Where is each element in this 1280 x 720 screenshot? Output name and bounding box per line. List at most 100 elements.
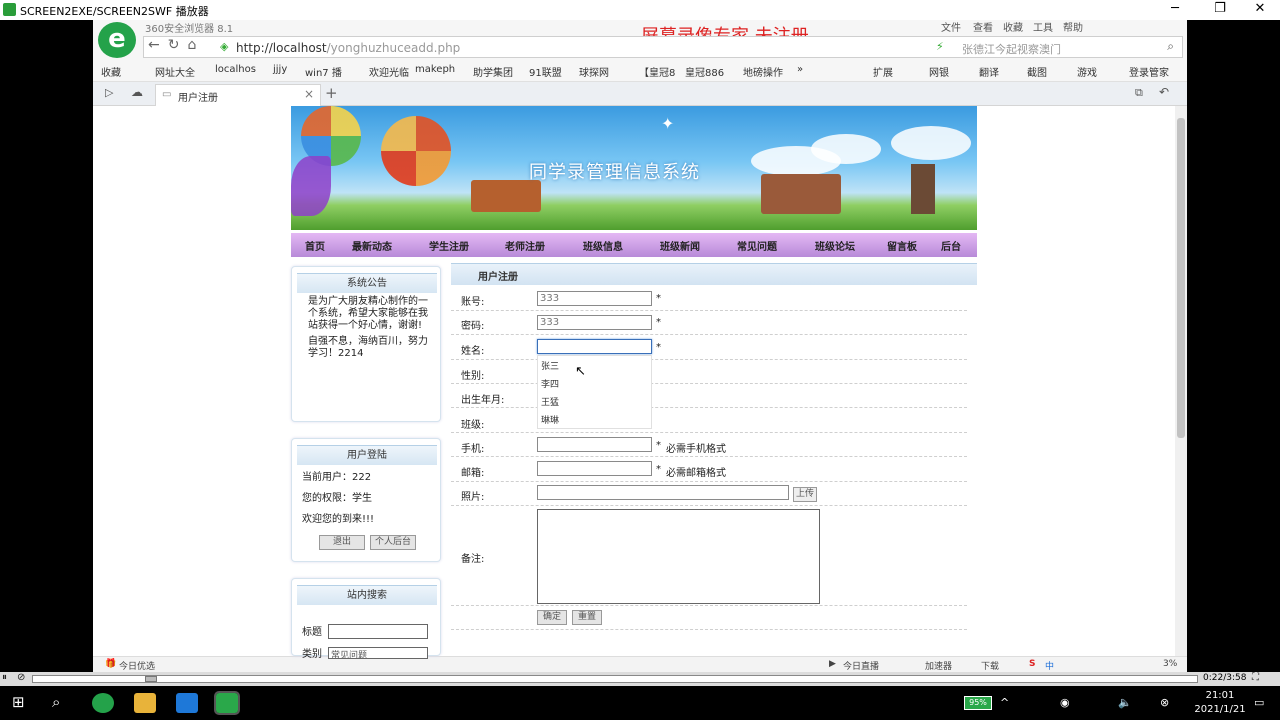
fav-more[interactable]: »: [797, 64, 803, 75]
logout-button[interactable]: 退出: [319, 535, 365, 550]
nav-teacher-register[interactable]: 老师注册: [505, 238, 545, 253]
tab-user-register[interactable]: ▭ 用户注册 ×: [155, 84, 321, 106]
fav-item[interactable]: 球探网: [579, 64, 609, 79]
restore-tabs-icon[interactable]: ⧉: [1135, 86, 1143, 100]
nav-guestbook[interactable]: 留言板: [887, 238, 917, 253]
fav-star[interactable]: 收藏: [101, 64, 121, 79]
phone-input[interactable]: [537, 437, 652, 452]
upload-button[interactable]: 上传: [793, 487, 817, 502]
status-today-picks[interactable]: 今日优选: [119, 659, 155, 672]
reset-button[interactable]: 重置: [572, 610, 602, 625]
menu-favorites[interactable]: 收藏: [1003, 20, 1023, 34]
search-icon[interactable]: ⌕: [52, 693, 60, 711]
undo-icon[interactable]: ↶: [1159, 85, 1169, 99]
close-circle-icon[interactable]: ⊗: [1160, 696, 1169, 709]
fav-item[interactable]: 皇冠886: [685, 64, 724, 79]
volume-icon[interactable]: 🔈: [1118, 696, 1132, 709]
autocomplete-option[interactable]: 李四: [541, 377, 559, 390]
fav-item[interactable]: 91联盟: [529, 64, 562, 79]
toolbar-bank[interactable]: 网银: [929, 64, 949, 79]
nav-class-forum[interactable]: 班级论坛: [815, 238, 855, 253]
sidebar-toggle-icon[interactable]: ▷: [105, 86, 113, 99]
fav-item[interactable]: makeph: [415, 64, 455, 75]
fullscreen-icon[interactable]: ⛶: [1252, 672, 1259, 683]
nav-home[interactable]: 首页: [305, 238, 325, 253]
toolbar-games[interactable]: 游戏: [1077, 64, 1097, 79]
pause-icon[interactable]: ⏸: [2, 672, 7, 683]
stop-icon[interactable]: ⊘: [17, 672, 25, 683]
nav-latest-news[interactable]: 最新动态: [352, 238, 392, 253]
site-navbar: 首页 最新动态 学生注册 老师注册 班级信息 班级新闻 常见问题 班级论坛 留言…: [291, 233, 977, 257]
url-text[interactable]: http://localhost/yonghuzhuceadd.php: [236, 41, 460, 55]
address-bar[interactable]: ←↻⌂ ◈ http://localhost/yonghuzhuceadd.ph…: [143, 36, 1183, 58]
wechat-icon[interactable]: ◉: [1060, 696, 1070, 709]
fav-item[interactable]: win7 播: [305, 64, 342, 79]
browser-topbar: e 360安全浏览器 8.1 屏幕录像专家 未注册 文件 查看 收藏 工具 帮助…: [93, 20, 1187, 60]
nav-admin[interactable]: 后台: [941, 238, 961, 253]
personal-admin-button[interactable]: 个人后台: [370, 535, 416, 550]
zoom-percent[interactable]: 3%: [1163, 659, 1177, 669]
minimize-icon[interactable]: ─: [1160, 1, 1190, 19]
email-input[interactable]: [537, 461, 652, 476]
menu-tools[interactable]: 工具: [1033, 20, 1053, 34]
fav-item[interactable]: 网址大全: [155, 64, 195, 79]
cloud-icon[interactable]: ☁: [131, 85, 143, 99]
screen-player-icon[interactable]: [214, 691, 240, 715]
nav-faq[interactable]: 常见问题: [737, 238, 777, 253]
category-select[interactable]: 常见问题: [328, 647, 428, 659]
password-input[interactable]: 333: [537, 315, 652, 330]
tray-expand-icon[interactable]: ^: [1000, 696, 1009, 709]
status-download[interactable]: 下载: [981, 659, 999, 672]
restore-icon[interactable]: ❐: [1205, 1, 1235, 19]
remark-textarea[interactable]: [537, 509, 820, 604]
account-input[interactable]: 333: [537, 291, 652, 306]
fav-item[interactable]: 助学集团: [473, 64, 513, 79]
nav-class-info[interactable]: 班级信息: [583, 238, 623, 253]
sogou-icon[interactable]: S: [1029, 659, 1035, 669]
tab-close-icon[interactable]: ×: [304, 87, 314, 101]
toolbar-translate[interactable]: 翻译: [979, 64, 999, 79]
fav-item[interactable]: 地磅操作: [743, 64, 783, 79]
status-accelerator[interactable]: 加速器: [925, 659, 952, 672]
autocomplete-option[interactable]: 王猛: [541, 395, 559, 408]
menu-help[interactable]: 帮助: [1063, 20, 1083, 34]
notification-icon[interactable]: ▭: [1254, 696, 1264, 709]
search-suggest[interactable]: 张德江今起视察澳门: [962, 41, 1061, 57]
vertical-scrollbar[interactable]: [1175, 106, 1187, 658]
submit-button[interactable]: 确定: [537, 610, 567, 625]
title-search-input[interactable]: [328, 624, 428, 639]
menu-view[interactable]: 查看: [973, 20, 993, 34]
new-tab-icon[interactable]: +: [325, 84, 338, 102]
windows-start-icon[interactable]: ⊞: [12, 693, 25, 711]
fav-item[interactable]: 【皇冠8: [639, 64, 675, 79]
toolbar-login-manager[interactable]: 登录管家: [1129, 64, 1169, 79]
battery-indicator[interactable]: 95%: [964, 696, 992, 710]
fav-item[interactable]: 欢迎光临: [369, 64, 409, 79]
seek-bar[interactable]: [32, 675, 1198, 683]
nav-buttons-icon[interactable]: ←↻⌂: [148, 37, 204, 53]
fav-item[interactable]: localhos: [215, 64, 256, 75]
fav-item[interactable]: jjjy: [273, 64, 287, 75]
toolbar-extensions[interactable]: 扩展: [873, 64, 893, 79]
form-row-password: 密码: 333 *: [451, 311, 967, 335]
search-icon[interactable]: ⌕: [1167, 39, 1174, 54]
nav-class-news[interactable]: 班级新闻: [660, 238, 700, 253]
browser-360-icon[interactable]: [92, 693, 114, 713]
lightning-icon[interactable]: ⚡: [936, 40, 944, 53]
ime-mode[interactable]: 中: [1045, 659, 1054, 672]
name-input[interactable]: [537, 339, 652, 354]
file-explorer-icon[interactable]: [134, 693, 156, 713]
scrollbar-thumb[interactable]: [1177, 118, 1185, 438]
status-live[interactable]: 今日直播: [843, 659, 879, 672]
nav-student-register[interactable]: 学生注册: [429, 238, 469, 253]
close-icon[interactable]: ✕: [1245, 1, 1275, 19]
taskbar-clock[interactable]: 21:01 2021/1/21: [1190, 689, 1250, 717]
menu-file[interactable]: 文件: [941, 20, 961, 34]
app-u-icon[interactable]: [176, 693, 198, 713]
toolbar-screenshot[interactable]: 截图: [1027, 64, 1047, 79]
page-icon: ▭: [162, 89, 172, 100]
photo-input[interactable]: [537, 485, 789, 500]
autocomplete-option[interactable]: 琳琳: [541, 413, 559, 426]
seek-thumb[interactable]: [145, 676, 157, 682]
autocomplete-option[interactable]: 张三: [541, 359, 559, 372]
